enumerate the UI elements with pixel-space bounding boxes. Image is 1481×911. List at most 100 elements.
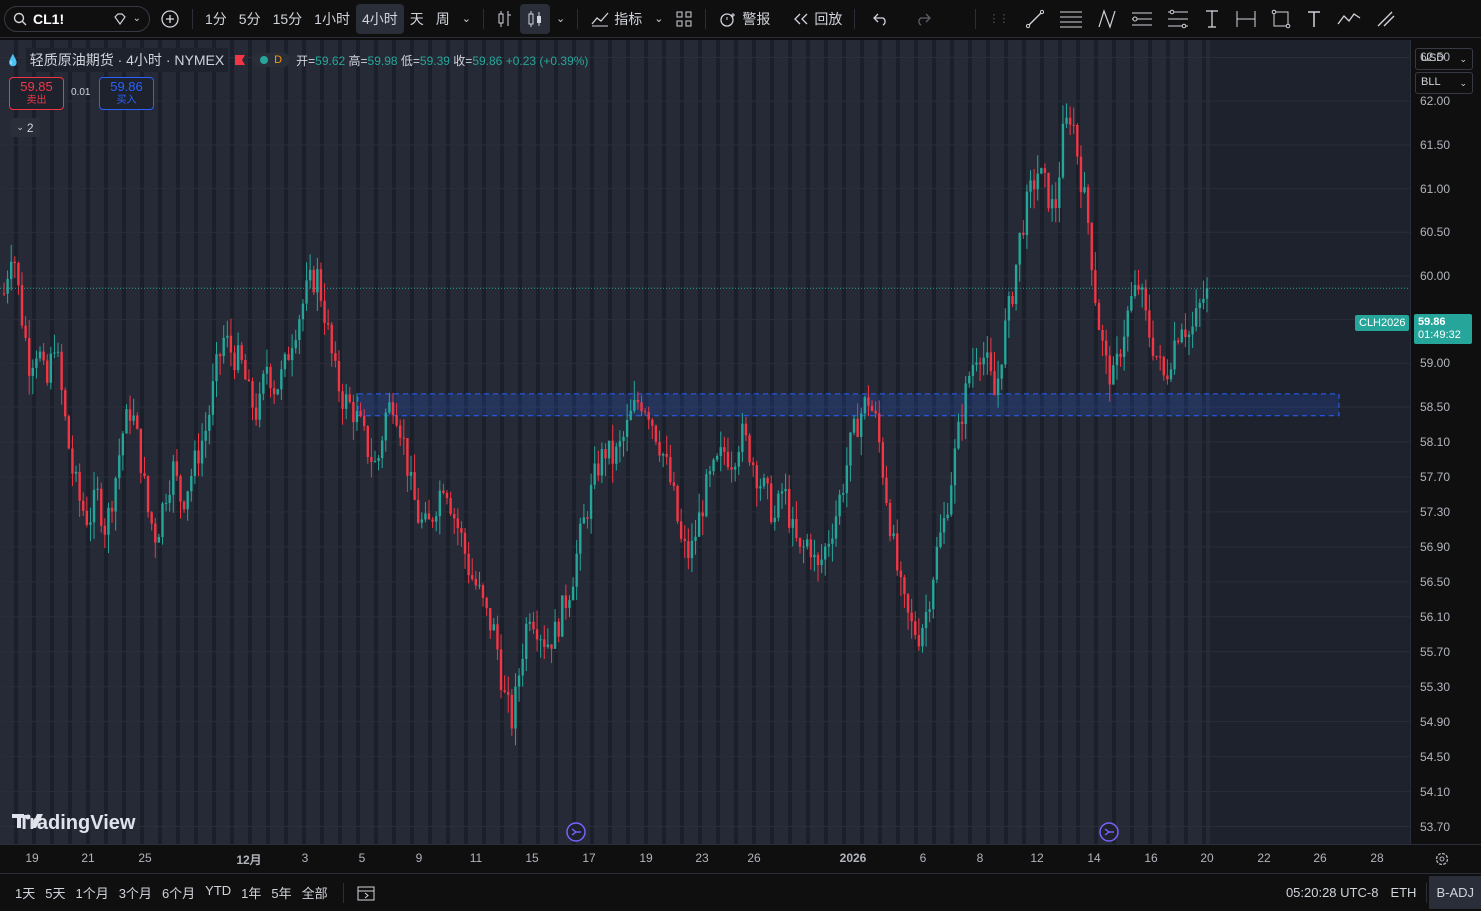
candle-body xyxy=(784,488,787,492)
candle-body xyxy=(697,512,701,537)
chart-pane[interactable]: TradingView xyxy=(0,40,1410,844)
indicators-button[interactable]: 指标 xyxy=(584,4,648,34)
candle-body xyxy=(182,501,186,510)
goto-date-icon[interactable] xyxy=(356,884,376,902)
fib-levels-icon[interactable] xyxy=(1124,4,1160,34)
undo-icon[interactable] xyxy=(865,4,895,34)
candle-body xyxy=(463,532,467,554)
candle-body xyxy=(838,494,841,517)
range-button[interactable]: YTD xyxy=(200,883,236,902)
alert-button[interactable]: 警报 xyxy=(712,4,776,34)
interval-4h[interactable]: 4小时 xyxy=(355,3,404,34)
symbol-search[interactable]: CL1! ⌄ xyxy=(4,5,150,32)
text-cursor-tool-icon[interactable] xyxy=(1196,4,1228,34)
range-button[interactable]: 1天 xyxy=(10,883,40,902)
bar-style-icon[interactable] xyxy=(490,4,520,34)
indicators-icon xyxy=(590,10,610,28)
candle-body xyxy=(564,595,568,608)
status-pill[interactable]: D xyxy=(252,53,291,67)
trendline-tool-icon[interactable] xyxy=(1018,4,1052,34)
add-symbol-icon[interactable] xyxy=(154,4,186,34)
interval-1h[interactable]: 1小时 xyxy=(308,4,356,34)
candle-body xyxy=(1076,124,1079,157)
candle-body xyxy=(579,523,582,554)
interval-1d[interactable]: 天 xyxy=(404,4,430,34)
candle-body xyxy=(802,546,805,548)
range-button[interactable]: 全部 xyxy=(297,883,333,902)
candle-body xyxy=(1144,287,1147,311)
candle-body xyxy=(906,594,910,613)
indicators-dropdown-icon[interactable]: ⌄ xyxy=(648,4,669,34)
channel-tool-icon[interactable] xyxy=(1160,4,1196,34)
candle-body xyxy=(1018,232,1021,265)
time-axis[interactable]: 19 21 25 12月 3 5 9 11 15 17 19 23 26 2026 6 8 12 14 16 20 22… xyxy=(0,844,1481,872)
candle-body xyxy=(809,539,813,558)
market-open-dot xyxy=(260,56,269,64)
candle-body xyxy=(744,423,748,436)
sell-button[interactable]: 59.85 卖出 xyxy=(9,77,64,110)
candle-body xyxy=(921,628,924,647)
adjustment-toggle[interactable]: B-ADJ xyxy=(1429,876,1481,909)
gear-icon[interactable] xyxy=(1434,851,1450,867)
range-button[interactable]: 5年 xyxy=(266,883,296,902)
horizontal-lines-icon[interactable] xyxy=(1052,4,1090,34)
interval-1w[interactable]: 周 xyxy=(430,4,456,34)
open-label: 开= xyxy=(296,53,316,68)
unit-select[interactable]: BLL ⌄ xyxy=(1415,72,1473,94)
chart-type-dropdown-icon[interactable]: ⌄ xyxy=(550,4,571,34)
range-button[interactable]: 1年 xyxy=(236,883,266,902)
path-tool-icon[interactable] xyxy=(1330,4,1368,34)
high-label: 高= xyxy=(348,53,368,68)
range-button[interactable]: 1个月 xyxy=(70,883,113,902)
time-tick: 28 xyxy=(1370,851,1384,865)
candle-body xyxy=(222,337,225,357)
last-price-label: 59.86 01:49:32 xyxy=(1414,314,1472,344)
candle-body xyxy=(690,540,694,559)
flag-icon[interactable] xyxy=(234,54,246,66)
interval-5m[interactable]: 5分 xyxy=(233,4,267,34)
indicator-collapse-toggle[interactable]: ⌄ 2 xyxy=(10,118,40,137)
interval-dropdown-icon[interactable]: ⌄ xyxy=(456,4,477,34)
candle-body xyxy=(89,522,92,525)
range-button[interactable]: 3个月 xyxy=(114,883,157,902)
drag-handle-icon[interactable]: ⋮⋮ xyxy=(988,12,1009,25)
replay-button[interactable]: 回放 xyxy=(786,4,848,34)
time-tick: 21 xyxy=(81,851,95,865)
candle-body xyxy=(679,521,683,539)
buy-button[interactable]: 59.86 买入 xyxy=(99,77,154,110)
layout-grid-icon[interactable] xyxy=(669,4,699,34)
chevron-down-icon[interactable]: ⌄ xyxy=(133,13,141,24)
date-range-tool-icon[interactable] xyxy=(1228,4,1264,34)
interval-15m[interactable]: 15分 xyxy=(267,4,309,34)
candle-body xyxy=(78,471,81,501)
candle-body xyxy=(622,436,625,442)
candle-body xyxy=(395,415,398,426)
range-button[interactable]: 5天 xyxy=(40,883,70,902)
interval-1m[interactable]: 1分 xyxy=(199,4,233,34)
diamond-icon[interactable] xyxy=(113,12,127,25)
candle-body xyxy=(1032,180,1036,190)
rectangle-tool-icon[interactable] xyxy=(1264,4,1298,34)
range-button[interactable]: 6个月 xyxy=(157,883,200,902)
candle-body xyxy=(604,449,607,459)
time-tick: 11 xyxy=(469,851,483,865)
candle-body xyxy=(413,472,416,500)
brush-tool-icon[interactable] xyxy=(1368,4,1402,34)
pitchfork-icon[interactable] xyxy=(1090,4,1124,34)
candle-body xyxy=(507,691,510,695)
price-tick: 60.50 xyxy=(1420,225,1451,240)
clock-display[interactable]: 05:20:28 UTC-8 xyxy=(1286,885,1379,900)
candlestick-chart[interactable] xyxy=(0,40,1410,844)
candle-body xyxy=(615,446,618,464)
candle-body xyxy=(658,441,661,456)
candle-body xyxy=(344,394,348,409)
text-tool-icon[interactable] xyxy=(1298,4,1330,34)
candles-icon[interactable] xyxy=(519,3,550,34)
redo-icon[interactable] xyxy=(909,4,939,34)
candle-body xyxy=(1148,310,1151,338)
legend-title[interactable]: 轻质原油期货 · 4小时 · NYMEX xyxy=(25,48,229,72)
price-axis[interactable]: USD ⌄ BLL ⌄ 62.50 62.00 61.50 61.00 60.50 60.… xyxy=(1410,40,1481,844)
candle-body xyxy=(96,488,99,490)
candle-body xyxy=(942,517,946,533)
session-toggle[interactable]: ETH xyxy=(1390,885,1416,900)
